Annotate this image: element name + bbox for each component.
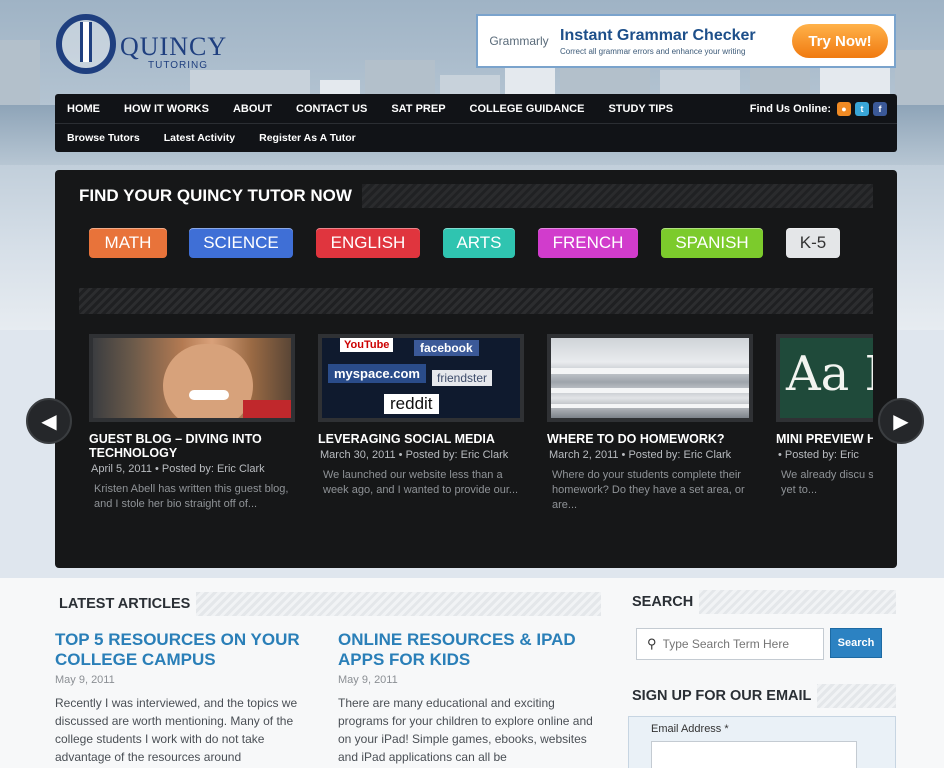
- latest-articles-heading-bar: LATEST ARTICLES: [55, 592, 601, 616]
- post-excerpt: Where do your students complete their ho…: [552, 469, 745, 511]
- email-signup-form: Email Address *: [628, 716, 896, 768]
- divider-stripe: [79, 288, 873, 314]
- thumb-word-youtube: YouTube: [340, 338, 394, 352]
- post-thumbnail-portrait: [89, 334, 295, 422]
- ad-title: Instant Grammar Checker: [560, 26, 756, 44]
- social-links: ● t f: [837, 101, 897, 116]
- post-card[interactable]: Aa B MINI PREVIEW HOMEWORK T • Posted by…: [776, 334, 873, 544]
- post-meta: April 5, 2011 • Posted by: Eric Clark: [91, 463, 265, 475]
- ad-try-now-button[interactable]: Try Now!: [792, 24, 888, 58]
- nav-college-guidance[interactable]: COLLEGE GUIDANCE: [458, 103, 597, 115]
- nav-how-it-works[interactable]: HOW IT WORKS: [112, 103, 221, 115]
- subject-button-french[interactable]: FRENCH: [538, 228, 638, 258]
- nav-sat-prep[interactable]: SAT PREP: [379, 103, 457, 115]
- arrow-right-icon: ▶: [893, 410, 909, 433]
- subject-button-arts[interactable]: ARTS: [443, 228, 515, 258]
- post-excerpt: Kristen Abell has written this guest blo…: [94, 483, 289, 510]
- nav-home[interactable]: HOME: [55, 103, 112, 115]
- logo-name: QUINCY: [120, 32, 228, 61]
- ad-subtitle: Correct all grammar errors and enhance y…: [560, 46, 746, 56]
- subject-button-spanish[interactable]: SPANISH: [661, 228, 763, 258]
- post-meta: March 2, 2011 • Posted by: Eric Clark: [549, 449, 732, 461]
- grammarly-ad-banner[interactable]: Grammarly Instant Grammar Checker Correc…: [476, 14, 896, 68]
- search-icon: ⚲: [647, 636, 657, 651]
- logo-subtitle: TUTORING: [148, 60, 209, 71]
- secondary-nav: Browse Tutors Latest Activity Register A…: [55, 124, 897, 151]
- nav-contact-us[interactable]: CONTACT US: [284, 103, 379, 115]
- thumb-word-myspace: myspace.com: [328, 364, 426, 383]
- nav-latest-activity[interactable]: Latest Activity: [152, 132, 247, 144]
- post-card[interactable]: YouTube facebook myspace.com friendster …: [318, 334, 524, 544]
- article-date: May 9, 2011: [338, 674, 398, 686]
- post-title[interactable]: LEVERAGING SOCIAL MEDIA: [318, 432, 524, 446]
- search-button[interactable]: Search: [830, 628, 882, 658]
- post-thumbnail-books: [547, 334, 753, 422]
- ad-brand: Grammarly: [489, 34, 549, 48]
- article-title[interactable]: TOP 5 RESOURCES ON YOUR COLLEGE CAMPUS: [55, 630, 311, 670]
- article-body: Recently I was interviewed, and the topi…: [55, 696, 298, 764]
- arrow-left-icon: ◀: [41, 410, 57, 433]
- article-body: There are many educational and exciting …: [338, 696, 593, 764]
- email-field[interactable]: [651, 741, 857, 768]
- nav-about[interactable]: ABOUT: [221, 103, 284, 115]
- find-us-online-label: Find Us Online:: [749, 102, 831, 115]
- signup-heading-bar: SIGN UP FOR OUR EMAIL: [628, 684, 896, 708]
- thumb-word-friendster: friendster: [432, 370, 493, 386]
- carousel-next-arrow[interactable]: ▶: [878, 398, 924, 444]
- post-card-clip: Aa B MINI PREVIEW HOMEWORK T • Posted by…: [776, 334, 873, 544]
- post-meta: March 30, 2011 • Posted by: Eric Clark: [320, 449, 509, 461]
- panel-title-bar: FIND YOUR QUINCY TUTOR NOW: [79, 184, 873, 208]
- ad-copy: Instant Grammar Checker Correct all gram…: [560, 27, 792, 56]
- post-card[interactable]: GUEST BLOG – DIVING INTO TECHNOLOGY Apri…: [89, 334, 295, 544]
- nav-register-as-tutor[interactable]: Register As A Tutor: [247, 132, 368, 144]
- twitter-icon[interactable]: t: [855, 101, 869, 116]
- article-item[interactable]: TOP 5 RESOURCES ON YOUR COLLEGE CAMPUS M…: [55, 630, 311, 766]
- post-thumbnail-chalkboard: Aa B: [776, 334, 873, 422]
- subject-button-math[interactable]: MATH: [89, 228, 167, 258]
- post-excerpt: We already discu specified homew have ye…: [781, 469, 873, 496]
- subject-button-k5[interactable]: K-5: [786, 228, 840, 258]
- search-heading: SEARCH: [628, 590, 700, 614]
- signup-heading: SIGN UP FOR OUR EMAIL: [628, 684, 818, 708]
- thumb-word-facebook: facebook: [414, 340, 479, 356]
- thumb-word-reddit: reddit: [384, 394, 439, 414]
- subject-button-english[interactable]: ENGLISH: [316, 228, 420, 258]
- lighthouse-icon: [80, 22, 92, 62]
- primary-nav: HOME HOW IT WORKS ABOUT CONTACT US SAT P…: [55, 94, 897, 124]
- post-title[interactable]: GUEST BLOG – DIVING INTO TECHNOLOGY: [89, 432, 295, 460]
- panel-title: FIND YOUR QUINCY TUTOR NOW: [79, 184, 362, 208]
- article-item[interactable]: ONLINE RESOURCES & IPAD APPS FOR KIDS Ma…: [338, 630, 594, 766]
- search-heading-bar: SEARCH: [628, 590, 896, 614]
- search-field[interactable]: ⚲: [636, 628, 824, 660]
- post-excerpt: We launched our website less than a week…: [323, 469, 519, 496]
- latest-articles-heading: LATEST ARTICLES: [55, 592, 197, 616]
- post-title[interactable]: WHERE TO DO HOMEWORK?: [547, 432, 753, 446]
- subject-button-science[interactable]: SCIENCE: [189, 228, 293, 258]
- quincy-tutoring-logo[interactable]: QUINCY TUTORING: [56, 14, 226, 78]
- post-title[interactable]: MINI PREVIEW HOMEWORK T: [776, 432, 873, 446]
- article-date: May 9, 2011: [55, 674, 115, 686]
- find-tutor-panel: FIND YOUR QUINCY TUTOR NOW MATH SCIENCE …: [55, 170, 897, 568]
- nav-browse-tutors[interactable]: Browse Tutors: [55, 132, 152, 144]
- nav-study-tips[interactable]: STUDY TIPS: [596, 103, 685, 115]
- post-meta: • Posted by: Eric: [778, 449, 859, 461]
- article-title[interactable]: ONLINE RESOURCES & IPAD APPS FOR KIDS: [338, 630, 594, 670]
- chalkboard-text: Aa B: [786, 346, 873, 402]
- rss-icon[interactable]: ●: [837, 101, 851, 116]
- carousel-prev-arrow[interactable]: ◀: [26, 398, 72, 444]
- email-label: Email Address *: [651, 723, 729, 735]
- post-card[interactable]: WHERE TO DO HOMEWORK? March 2, 2011 • Po…: [547, 334, 753, 544]
- post-thumbnail-social-logos: YouTube facebook myspace.com friendster …: [318, 334, 524, 422]
- search-input[interactable]: [662, 637, 813, 651]
- main-navigation: HOME HOW IT WORKS ABOUT CONTACT US SAT P…: [55, 94, 897, 152]
- facebook-icon[interactable]: f: [873, 101, 887, 116]
